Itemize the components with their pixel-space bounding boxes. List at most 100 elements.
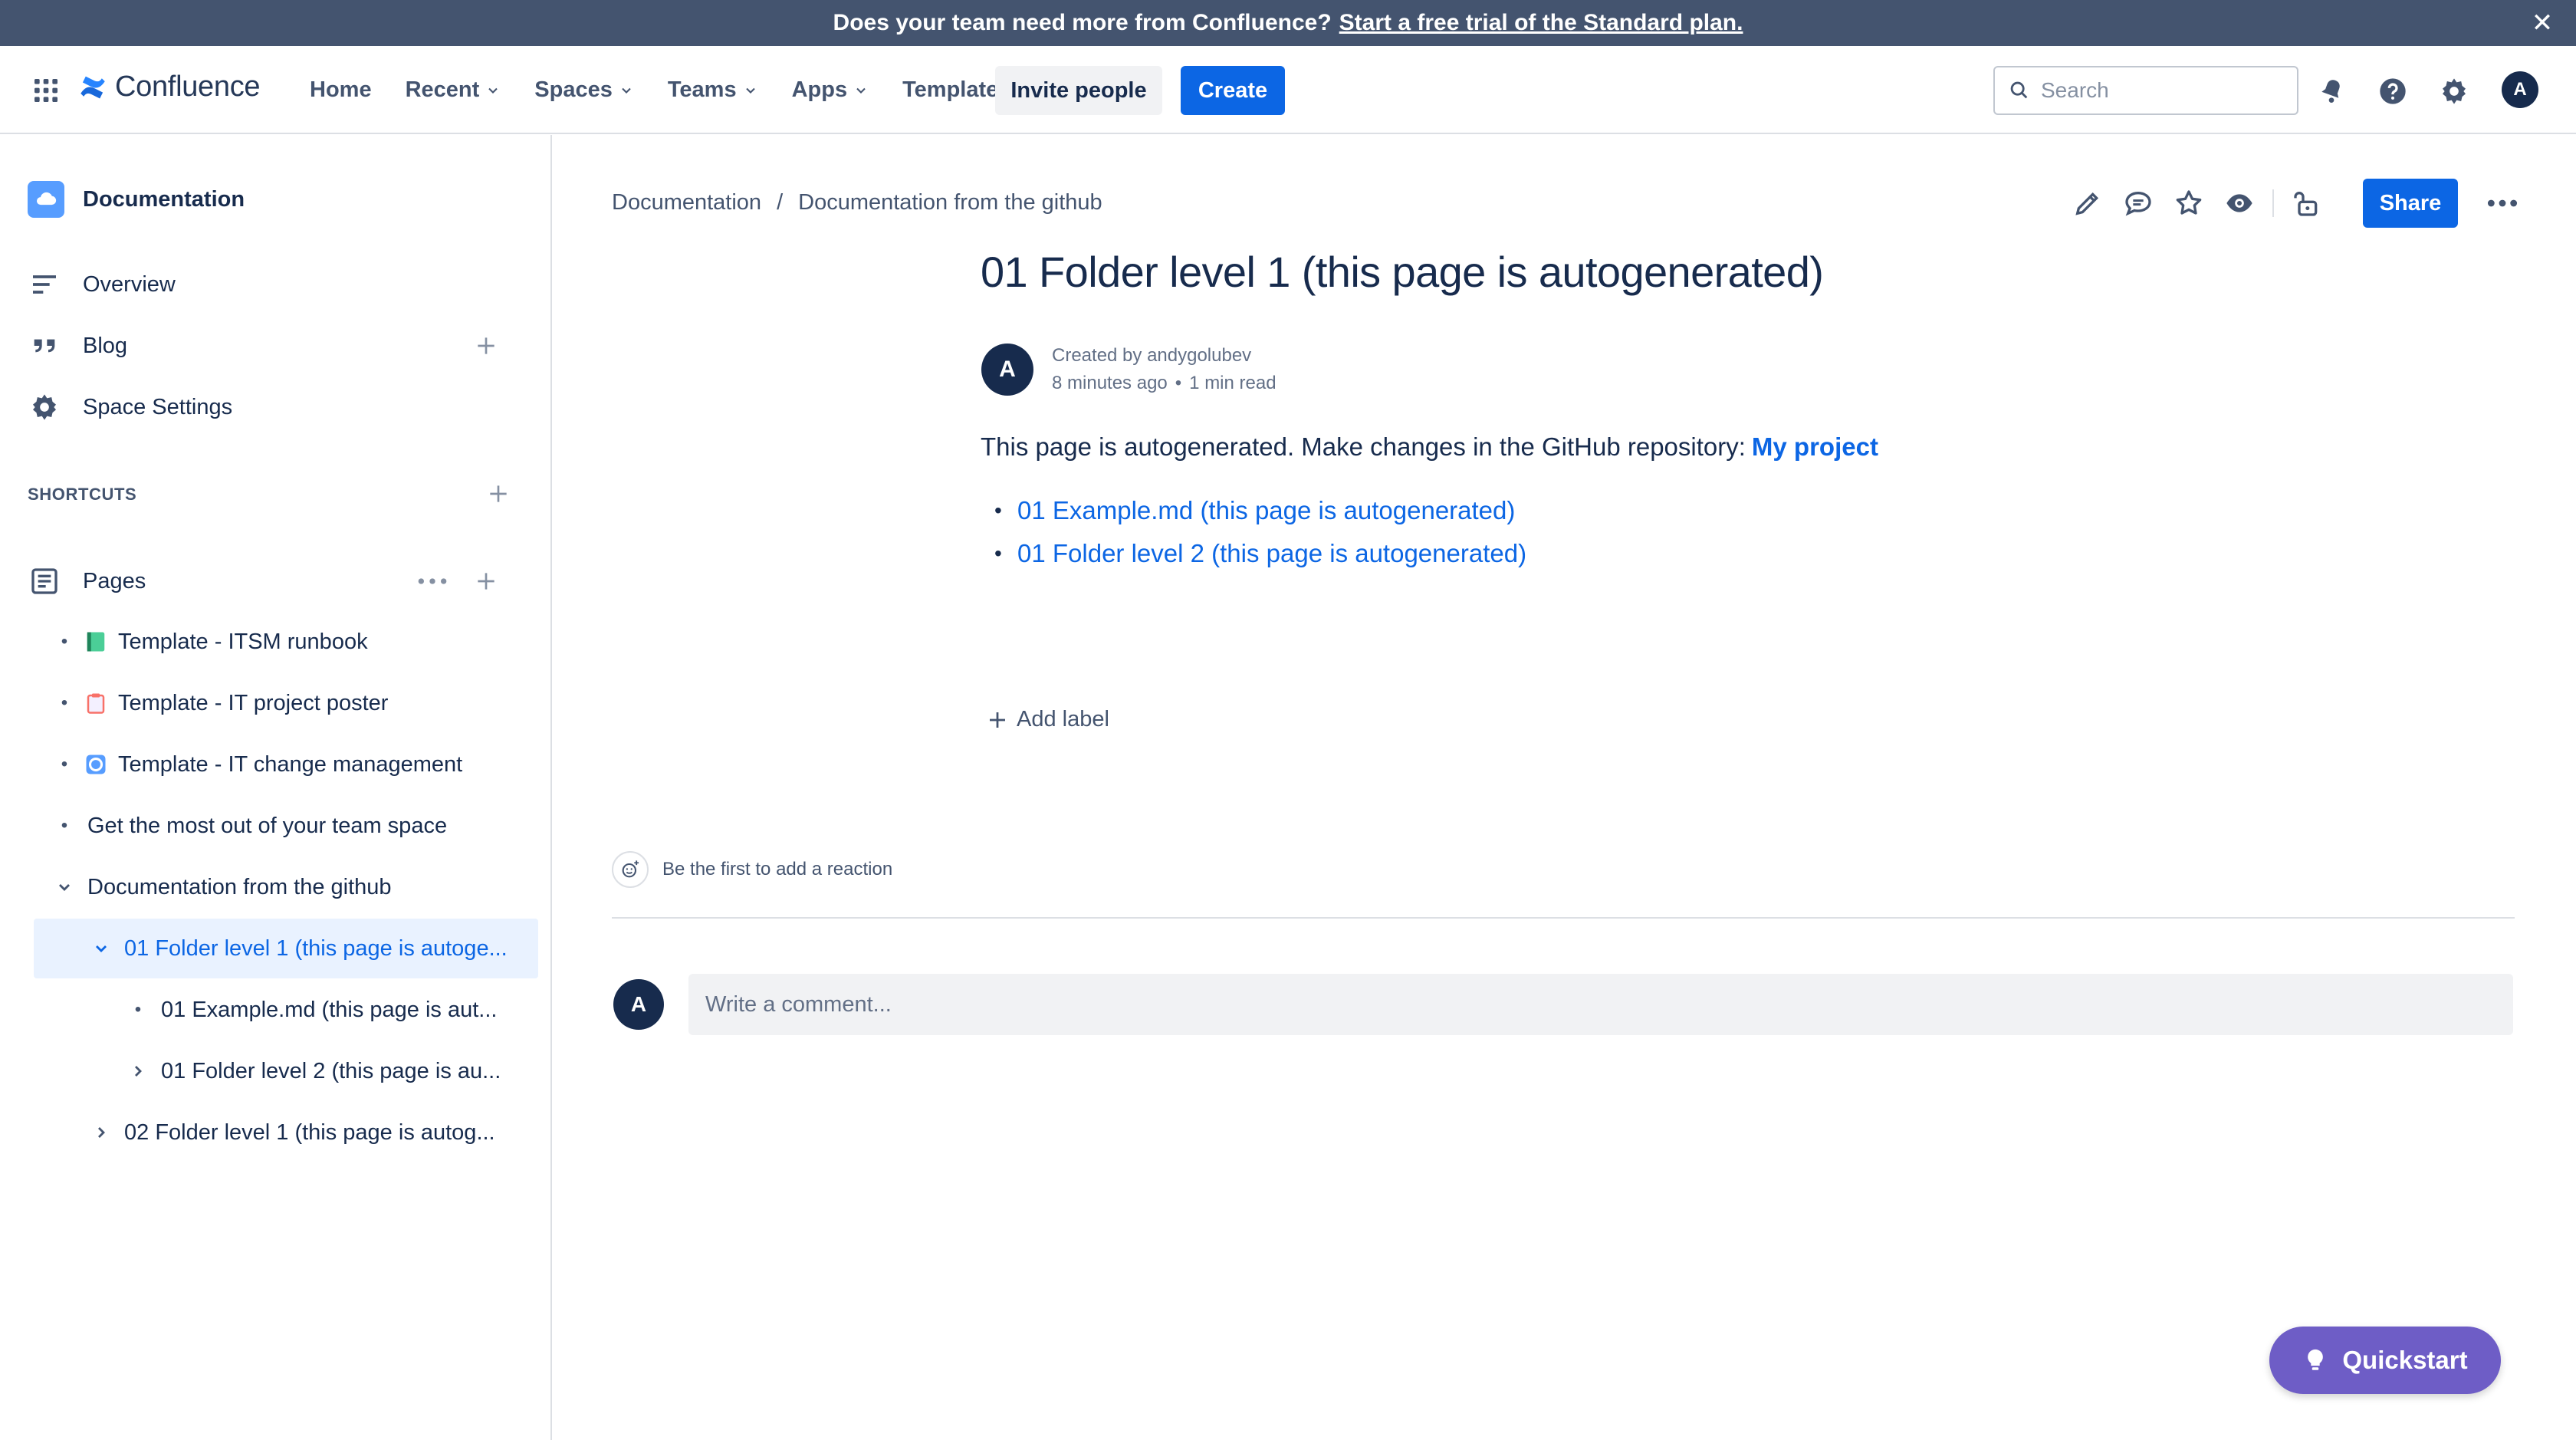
bullet: • bbox=[61, 631, 68, 652]
byline: A Created by andygolubev 8 minutes ago • 1… bbox=[981, 342, 1276, 397]
child-page-link[interactable]: 01 Folder level 2 (this page is autogene… bbox=[1017, 539, 1526, 568]
sidebar-item-pages[interactable]: Pages bbox=[28, 554, 526, 608]
add-shortcut-icon[interactable] bbox=[486, 482, 511, 506]
repository-link[interactable]: My project bbox=[1752, 432, 1878, 461]
tree-item-collapsed[interactable]: 01 Folder level 2 (this page is au... bbox=[34, 1041, 538, 1101]
nav-recent[interactable]: Recent bbox=[406, 77, 501, 103]
share-button[interactable]: Share bbox=[2363, 179, 2458, 228]
comment-icon[interactable] bbox=[2121, 186, 2156, 221]
tree-item[interactable]: • Template - IT change management bbox=[34, 735, 538, 794]
overview-icon bbox=[28, 268, 61, 301]
user-avatar[interactable]: A bbox=[2502, 71, 2538, 108]
sidebar-item-label: Blog bbox=[83, 333, 128, 358]
search-box[interactable] bbox=[1993, 66, 2298, 115]
quickstart-button[interactable]: Quickstart bbox=[2269, 1327, 2501, 1394]
chevron-down-icon[interactable] bbox=[87, 935, 115, 962]
bullet: • bbox=[61, 815, 68, 836]
list-item: • 01 Example.md (this page is autogenerat… bbox=[994, 496, 1516, 525]
comment-input[interactable]: Write a comment... bbox=[688, 974, 2513, 1035]
child-pages-list: • 01 Example.md (this page is autogenerat… bbox=[981, 489, 1526, 575]
bullet: • bbox=[134, 999, 142, 1020]
more-actions-icon[interactable] bbox=[2484, 185, 2521, 222]
trial-banner: Does your team need more from Confluence… bbox=[0, 0, 2576, 46]
tree-item-label: Template - IT project poster bbox=[118, 690, 389, 715]
tree-item-label: 01 Folder level 2 (this page is au... bbox=[161, 1058, 501, 1083]
tree-item[interactable]: • 01 Example.md (this page is aut... bbox=[34, 980, 538, 1040]
tree-item-label: 01 Example.md (this page is aut... bbox=[161, 997, 498, 1022]
brand-name: Confluence bbox=[115, 71, 261, 103]
confluence-logo[interactable]: Confluence bbox=[77, 71, 261, 104]
tree-item-expanded[interactable]: Documentation from the github bbox=[34, 857, 538, 917]
add-label-button[interactable]: Add label bbox=[986, 707, 1109, 732]
confluence-logo-icon bbox=[80, 76, 105, 98]
nav-spaces[interactable]: Spaces bbox=[534, 77, 634, 103]
read-time: 1 min read bbox=[1189, 373, 1276, 393]
sidebar-item-space-settings[interactable]: Space Settings bbox=[28, 380, 526, 434]
tree-item-collapsed[interactable]: 02 Folder level 1 (this page is autog... bbox=[34, 1103, 538, 1162]
commenter-avatar: A bbox=[613, 979, 664, 1030]
chevron-down-icon[interactable] bbox=[51, 873, 78, 901]
nav-apps[interactable]: Apps bbox=[792, 77, 869, 103]
search-icon bbox=[2010, 81, 2028, 99]
space-cloud-icon bbox=[28, 181, 64, 218]
edit-icon[interactable] bbox=[2070, 186, 2105, 221]
breadcrumb-item[interactable]: Documentation bbox=[612, 190, 761, 215]
pages-icon bbox=[28, 564, 61, 598]
sidebar-item-blog[interactable]: Blog bbox=[28, 319, 526, 373]
quote-icon bbox=[28, 329, 61, 363]
created-by[interactable]: Created by andygolubev bbox=[1052, 342, 1276, 370]
watch-eye-icon[interactable] bbox=[2222, 186, 2257, 221]
author-avatar[interactable]: A bbox=[981, 344, 1033, 396]
restrictions-unlock-icon[interactable] bbox=[2289, 186, 2325, 221]
actions-divider bbox=[2272, 189, 2274, 217]
tree-item[interactable]: • Template - IT project poster bbox=[34, 673, 538, 733]
nav-home[interactable]: Home bbox=[310, 77, 372, 103]
chevron-down-icon bbox=[622, 87, 631, 94]
breadcrumb: Documentation / Documentation from the g… bbox=[612, 190, 1102, 215]
star-icon[interactable] bbox=[2171, 186, 2206, 221]
lightbulb-icon bbox=[2308, 1349, 2324, 1370]
breadcrumb-item[interactable]: Documentation from the github bbox=[798, 190, 1102, 215]
breadcrumb-separator: / bbox=[777, 190, 784, 215]
trial-link[interactable]: Start a free trial of the Standard plan. bbox=[1339, 10, 1743, 36]
settings-icon[interactable] bbox=[2436, 74, 2472, 109]
reaction-prompt: Be the first to add a reaction bbox=[662, 859, 893, 879]
sidebar: Documentation Overview Blog Space Settin… bbox=[0, 135, 552, 1440]
nav-teams[interactable]: Teams bbox=[668, 77, 758, 103]
chevron-right-icon[interactable] bbox=[124, 1057, 152, 1085]
tree-item-selected[interactable]: 01 Folder level 1 (this page is autoge..… bbox=[34, 919, 538, 978]
nav-menu: Home Recent Spaces Teams Apps Templates bbox=[293, 46, 1027, 134]
child-page-link[interactable]: 01 Example.md (this page is autogenerate… bbox=[1017, 496, 1515, 525]
content-divider bbox=[612, 917, 2515, 919]
page-body-text: This page is autogenerated. Make changes… bbox=[981, 432, 1878, 462]
bullet: • bbox=[61, 754, 68, 774]
chevron-right-icon[interactable] bbox=[87, 1119, 115, 1146]
tree-item-label: Template - ITSM runbook bbox=[118, 629, 368, 654]
tree-item[interactable]: • Get the most out of your team space bbox=[34, 796, 538, 856]
add-blog-icon[interactable] bbox=[474, 334, 498, 358]
space-header[interactable]: Documentation bbox=[28, 181, 245, 218]
add-page-icon[interactable] bbox=[474, 569, 498, 593]
create-button[interactable]: Create bbox=[1181, 66, 1285, 115]
help-icon[interactable] bbox=[2375, 74, 2410, 109]
byline-text: Created by andygolubev 8 minutes ago • 1 m… bbox=[1052, 342, 1276, 397]
search-input[interactable] bbox=[2041, 78, 2286, 103]
list-item: • 01 Folder level 2 (this page is autogen… bbox=[994, 539, 1527, 568]
more-options-icon[interactable] bbox=[416, 569, 449, 593]
space-name: Documentation bbox=[83, 186, 245, 212]
sidebar-item-label: Pages bbox=[83, 568, 146, 593]
tree-item[interactable]: • Template - ITSM runbook bbox=[34, 612, 538, 672]
app-switcher-icon[interactable] bbox=[31, 75, 61, 106]
tree-item-label: Template - IT change management bbox=[118, 751, 463, 777]
notifications-icon[interactable] bbox=[2314, 74, 2349, 109]
shortcuts-heading: SHORTCUTS bbox=[28, 485, 137, 504]
sidebar-item-overview[interactable]: Overview bbox=[28, 258, 526, 311]
tree-item-label: 02 Folder level 1 (this page is autog... bbox=[124, 1119, 495, 1145]
close-icon[interactable]: ✕ bbox=[2527, 8, 2558, 38]
bullet: • bbox=[61, 692, 68, 713]
separator-dot: • bbox=[1175, 373, 1182, 393]
add-label-text: Add label bbox=[1017, 707, 1109, 732]
tree-item-label: 01 Folder level 1 (this page is autoge..… bbox=[124, 935, 508, 961]
invite-people-button[interactable]: Invite people bbox=[995, 66, 1162, 115]
add-reaction-icon[interactable] bbox=[612, 851, 649, 888]
